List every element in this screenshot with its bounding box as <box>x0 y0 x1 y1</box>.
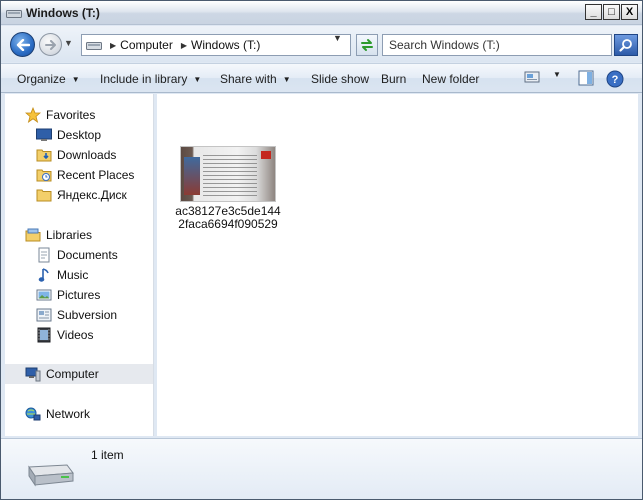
nav-item-videos[interactable]: Videos <box>5 325 153 345</box>
address-bar[interactable]: ▶ Computer ▶ Windows (T:) <box>81 34 351 56</box>
close-button[interactable]: X <box>621 4 638 20</box>
nav-item-yandex-disk[interactable]: Яндекс.Диск <box>5 185 153 205</box>
slide-show-button[interactable]: Slide show <box>311 72 369 86</box>
music-note-icon <box>36 267 52 283</box>
nav-item-downloads-label: Downloads <box>57 148 117 162</box>
nav-network-label: Network <box>46 407 91 421</box>
breadcrumb-drive[interactable]: Windows (T:) <box>191 38 260 52</box>
share-with-label: Share with <box>220 72 277 86</box>
nav-item-documents[interactable]: Documents <box>5 245 153 265</box>
nav-item-recent-places[interactable]: Recent Places <box>5 165 153 185</box>
help-icon: ? <box>606 70 624 88</box>
back-arrow-icon <box>16 38 30 51</box>
star-icon <box>25 107 41 123</box>
address-history-chevron-icon[interactable]: ▼ <box>333 33 342 43</box>
window-title: Windows (T:) <box>26 6 100 20</box>
address-row: ▼ ▶ Computer ▶ Windows (T:) ▼ Search Win… <box>1 26 642 62</box>
nav-computer-label: Computer <box>46 367 99 381</box>
downloads-folder-icon <box>36 147 52 163</box>
recent-pages-chevron-icon[interactable]: ▼ <box>64 38 73 48</box>
chevron-down-icon: ▼ <box>71 75 80 84</box>
nav-item-downloads[interactable]: Downloads <box>5 145 153 165</box>
search-button[interactable] <box>614 34 638 56</box>
caption-buttons: _ □ X <box>585 4 638 20</box>
chevron-down-icon: ▼ <box>282 75 291 84</box>
view-menu-chevron-icon[interactable]: ▼ <box>553 70 561 79</box>
change-view-button[interactable] <box>524 70 540 84</box>
explorer-window: Windows (T:) _ □ X ▼ ▶ Computer ▶ Window… <box>0 0 643 500</box>
nav-network[interactable]: Network <box>5 404 153 424</box>
nav-libraries[interactable]: Libraries <box>5 225 153 245</box>
svg-text:?: ? <box>612 74 619 86</box>
nav-item-music[interactable]: Music <box>5 265 153 285</box>
file-name: ac38127e3c5de1442faca6694f090529 <box>175 204 281 231</box>
preview-pane-button[interactable] <box>578 70 594 86</box>
breadcrumb-chevron-icon[interactable]: ▶ <box>110 41 116 50</box>
maximize-button[interactable]: □ <box>603 4 620 20</box>
minimize-button[interactable]: _ <box>585 4 602 20</box>
details-pane: 1 item <box>1 438 642 499</box>
nav-libraries-label: Libraries <box>46 228 93 242</box>
search-input[interactable]: Search Windows (T:) <box>382 34 612 56</box>
item-count: 1 item <box>91 448 124 462</box>
nav-item-subversion[interactable]: Subversion <box>5 305 153 325</box>
command-bar: Organize ▼ Include in library ▼ Share with… <box>1 63 642 93</box>
chevron-down-icon: ▼ <box>193 75 202 84</box>
burn-button[interactable]: Burn <box>381 72 406 86</box>
videos-icon <box>36 327 52 343</box>
file-list[interactable]: ac38127e3c5de1442faca6694f090529 <box>157 94 638 436</box>
nav-item-yandex-disk-label: Яндекс.Диск <box>57 188 127 202</box>
desktop-icon <box>36 127 52 143</box>
image-thumbnail-icon <box>180 146 276 202</box>
folder-icon <box>36 187 52 203</box>
nav-favorites[interactable]: Favorites <box>5 105 153 125</box>
view-options-icon <box>524 71 540 83</box>
breadcrumb-computer[interactable]: Computer <box>120 38 173 52</box>
title-bar[interactable]: Windows (T:) _ □ X <box>1 1 642 25</box>
nav-computer[interactable]: Computer <box>5 364 153 384</box>
forward-button[interactable] <box>39 33 62 56</box>
pictures-icon <box>36 287 52 303</box>
refresh-button[interactable] <box>356 34 378 56</box>
nav-item-documents-label: Documents <box>57 248 118 262</box>
recent-places-icon <box>36 167 52 183</box>
nav-item-subversion-label: Subversion <box>57 308 118 322</box>
organize-button[interactable]: Organize ▼ <box>17 72 80 86</box>
forward-arrow-icon <box>44 39 56 50</box>
navigation-pane[interactable]: Favorites Desktop Downloads Recent Place… <box>5 94 154 436</box>
large-drive-icon <box>28 464 74 487</box>
nav-item-pictures-label: Pictures <box>57 288 101 302</box>
breadcrumb-chevron-icon[interactable]: ▶ <box>181 41 187 50</box>
libraries-icon <box>25 227 41 243</box>
nav-favorites-label: Favorites <box>46 108 96 122</box>
preview-pane-icon <box>578 70 594 86</box>
include-in-library-button[interactable]: Include in library ▼ <box>100 72 201 86</box>
nav-item-recent-places-label: Recent Places <box>57 168 135 182</box>
subversion-icon <box>36 307 52 323</box>
nav-item-videos-label: Videos <box>57 328 94 342</box>
documents-icon <box>36 247 52 263</box>
window-drive-icon <box>6 10 22 18</box>
file-item[interactable]: ac38127e3c5de1442faca6694f090529 <box>173 146 283 231</box>
nav-item-desktop[interactable]: Desktop <box>5 125 153 145</box>
network-icon <box>25 406 41 422</box>
new-folder-button[interactable]: New folder <box>422 72 479 86</box>
computer-icon <box>25 366 41 382</box>
organize-label: Organize <box>17 72 66 86</box>
back-button[interactable] <box>10 32 35 57</box>
nav-item-music-label: Music <box>57 268 89 282</box>
include-in-library-label: Include in library <box>100 72 188 86</box>
share-with-button[interactable]: Share with ▼ <box>220 72 291 86</box>
drive-icon <box>86 41 102 50</box>
nav-item-desktop-label: Desktop <box>57 128 102 142</box>
help-button[interactable]: ? <box>606 70 624 88</box>
search-icon <box>619 39 632 52</box>
nav-item-pictures[interactable]: Pictures <box>5 285 153 305</box>
refresh-icon <box>361 39 373 51</box>
